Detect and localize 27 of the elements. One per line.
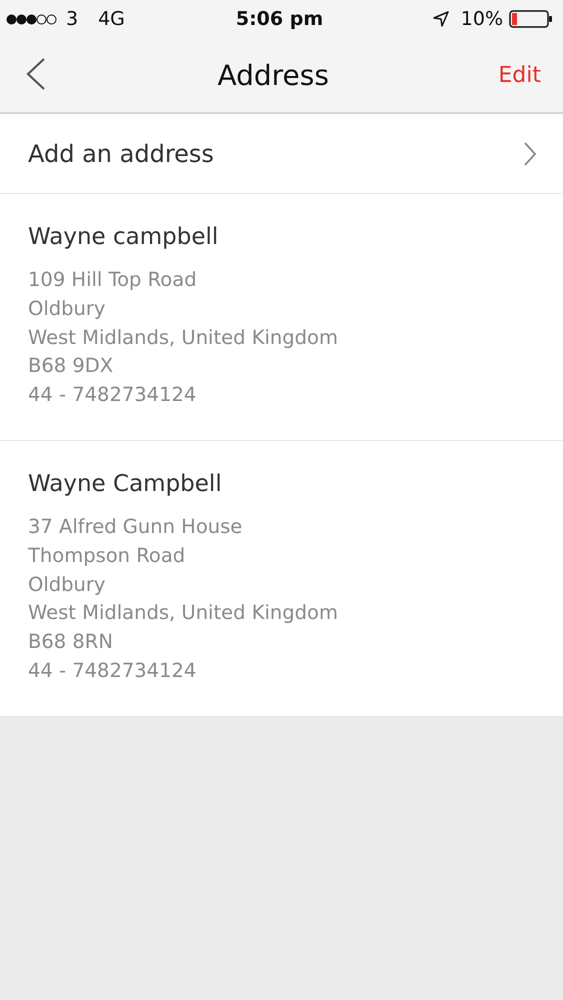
- address-line: Oldbury: [28, 572, 106, 598]
- contact-name: Wayne campbell: [28, 224, 220, 250]
- address-line: 109 Hill Top Road: [28, 267, 198, 293]
- address-line: 37 Alfred Gunn House: [28, 514, 244, 540]
- address-line: West Midlands, United Kingdom: [28, 600, 339, 626]
- clock-time: 5:06 pm: [236, 8, 324, 30]
- address-line: Oldbury: [28, 296, 106, 322]
- address-line: Thompson Road: [28, 542, 186, 569]
- carrier-name: 3: [66, 8, 78, 30]
- add-address-row[interactable]: Add an address: [0, 114, 563, 194]
- address-card[interactable]: Wayne campbell 109 Hill Top Road Oldbury West Midlands, United Kingdom B68 9DX 44 - 7482734124: [0, 194, 563, 441]
- address-line: 44 - 7482734124: [28, 658, 198, 684]
- chevron-right-icon: [523, 142, 537, 166]
- address-card[interactable]: Wayne Campbell 37 Alfred Gunn House Thompson Road Oldbury West Midlands, United Kingdom B68 8RN 44 - 7482734124: [0, 440, 563, 717]
- address-line: B68 9DX: [28, 353, 114, 380]
- battery-icon: [509, 10, 553, 28]
- edit-button[interactable]: Edit: [498, 62, 541, 88]
- address-line: 44 - 7482734124: [28, 382, 198, 408]
- address-line: West Midlands, United Kingdom: [28, 324, 339, 351]
- address-line: B68 8RN: [28, 629, 114, 656]
- location-arrow-icon: [432, 11, 449, 27]
- battery-percentage: 10%: [460, 8, 503, 30]
- signal-strength-icon: [6, 14, 58, 24]
- page-title: Address: [217, 58, 329, 92]
- network-type: 4G: [98, 8, 125, 30]
- add-address-label: Add an address: [28, 140, 214, 168]
- contact-name: Wayne Campbell: [28, 470, 223, 497]
